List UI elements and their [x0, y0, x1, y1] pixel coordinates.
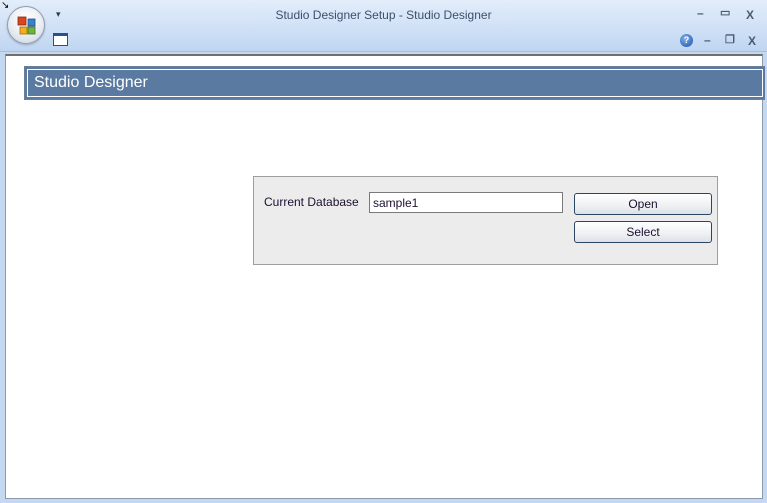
header-title: Studio Designer — [34, 74, 148, 91]
close-button[interactable]: X — [746, 8, 754, 22]
inner-close-button[interactable]: X — [748, 34, 756, 48]
current-database-input[interactable] — [369, 192, 563, 213]
database-panel: Current Database Open Select — [253, 176, 718, 265]
window-title: Studio Designer Setup - Studio Designer — [275, 8, 492, 22]
client-area: Studio Designer Current Database Open Se… — [5, 54, 765, 499]
office-logo-icon — [17, 16, 36, 35]
document-window-icon[interactable] — [53, 33, 68, 46]
title-bar: ↘ ▾ Studio Designer Setup - Studio Desig… — [0, 0, 767, 30]
select-button[interactable]: Select — [574, 221, 712, 243]
ribbon-bar: ? – ❐ X — [0, 30, 767, 52]
office-button[interactable] — [7, 6, 45, 44]
maximize-button[interactable]: ▭ — [720, 6, 730, 19]
header-bar: Studio Designer — [25, 67, 765, 99]
application-window: ↘ ▾ Studio Designer Setup - Studio Desig… — [0, 0, 767, 503]
inner-minimize-button[interactable]: – — [704, 33, 711, 47]
current-database-label: Current Database — [264, 195, 359, 209]
open-button[interactable]: Open — [574, 193, 712, 215]
inner-restore-button[interactable]: ❐ — [725, 33, 735, 46]
help-icon[interactable]: ? — [680, 34, 693, 47]
minimize-button[interactable]: – — [697, 6, 704, 20]
